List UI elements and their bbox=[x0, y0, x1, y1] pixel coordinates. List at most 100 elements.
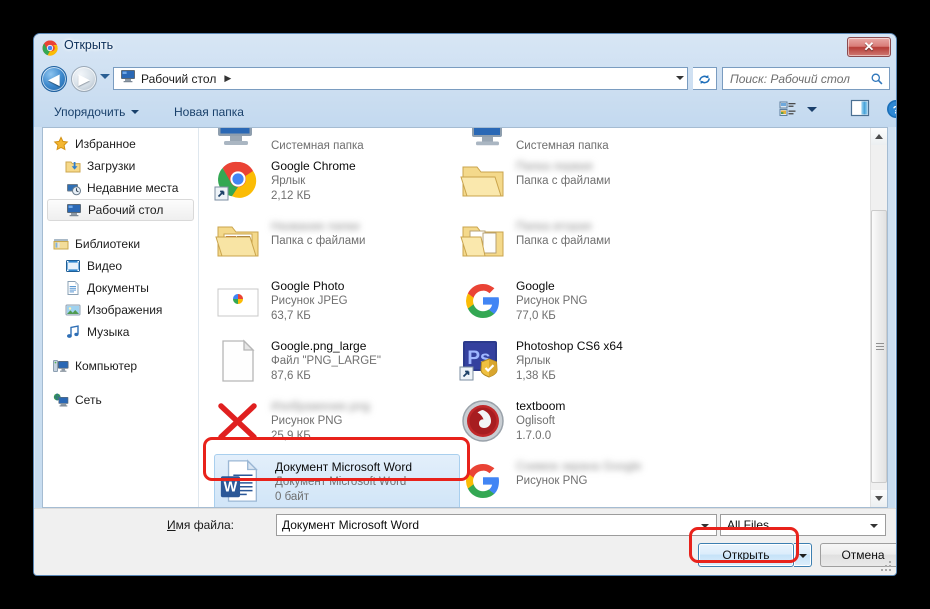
folder-pictures-icon bbox=[214, 217, 262, 265]
organize-label: Упорядочить bbox=[54, 105, 126, 119]
file-size: 63,7 КБ bbox=[271, 310, 311, 322]
file-meta: Название папки Папка с файлами bbox=[271, 217, 365, 274]
file-type-filter[interactable]: All Files bbox=[720, 514, 886, 536]
filename-value: Документ Microsoft Word bbox=[282, 518, 420, 532]
breadcrumb-separator-icon[interactable]: ▶ bbox=[224, 73, 231, 84]
file-meta: Photoshop CS6 x64 Ярлык 1,38 КБ bbox=[516, 337, 623, 394]
close-button[interactable]: ✕ bbox=[847, 37, 891, 57]
file-list-item[interactable]: textboom Oglisoft 1.7.0.0 bbox=[459, 394, 705, 454]
help-icon: ? bbox=[887, 100, 896, 118]
file-list-item[interactable]: Google.png_large Файл "PNG_LARGE" 87,6 К… bbox=[214, 334, 460, 394]
file-type: Системная папка bbox=[271, 140, 364, 152]
title-bar: Открыть ✕ bbox=[34, 34, 896, 62]
file-type: Рисунок PNG bbox=[516, 295, 588, 307]
sidebar-item-network[interactable]: Сеть bbox=[43, 389, 198, 411]
sidebar-label: Загрузки bbox=[87, 159, 136, 173]
view-mode-button[interactable] bbox=[779, 100, 797, 123]
file-list-item[interactable]: Системная папка bbox=[214, 128, 460, 154]
music-icon bbox=[65, 324, 81, 340]
close-icon: ✕ bbox=[863, 39, 875, 54]
back-button[interactable]: ◀ bbox=[41, 66, 67, 92]
sidebar-item-recent-places[interactable]: Недавние места bbox=[43, 177, 198, 199]
preview-pane-button[interactable] bbox=[850, 99, 870, 122]
file-list-item[interactable]: Google Photo Рисунок JPEG 63,7 КБ bbox=[214, 274, 460, 334]
file-list-item[interactable]: Название папки Папка с файлами bbox=[214, 214, 460, 274]
filename-label-rest: мя файла: bbox=[175, 518, 234, 532]
file-type: Файл "PNG_LARGE" bbox=[271, 355, 381, 367]
sidebar-item-video[interactable]: Видео bbox=[43, 255, 198, 277]
scroll-up-arrow-icon[interactable] bbox=[871, 128, 887, 145]
file-name: Google bbox=[516, 279, 555, 293]
file-list-item[interactable]: Папка вторая Папка с файлами bbox=[459, 214, 705, 274]
file-list-item[interactable]: Google Chrome Ярлык 2,12 КБ bbox=[214, 154, 460, 214]
open-button-label: Открыть bbox=[722, 548, 770, 562]
file-type: Ярлык bbox=[271, 175, 306, 187]
sidebar-label: Музыка bbox=[87, 325, 130, 339]
resize-grip-icon[interactable] bbox=[881, 561, 893, 573]
file-meta: Снимок экрана Google Рисунок PNG bbox=[516, 457, 642, 507]
new-folder-button[interactable]: Новая папка bbox=[166, 101, 252, 123]
star-icon bbox=[53, 136, 69, 152]
back-arrow-icon: ◀ bbox=[48, 71, 60, 87]
scroll-grip-icon bbox=[876, 342, 884, 352]
forward-button[interactable]: ▶ bbox=[71, 66, 97, 92]
help-button[interactable]: ? bbox=[886, 99, 896, 124]
sidebar-item-documents[interactable]: Документы bbox=[43, 277, 198, 299]
sidebar-label: Сеть bbox=[75, 393, 102, 407]
address-bar[interactable]: Рабочий стол ▶ bbox=[113, 67, 688, 90]
scrollbar-thumb[interactable] bbox=[871, 210, 887, 483]
sidebar-group-libraries[interactable]: Библиотеки bbox=[43, 233, 198, 255]
navigation-pane: Избранное Загрузки Недавние места Рабочи… bbox=[43, 128, 199, 507]
open-button[interactable]: Открыть bbox=[698, 543, 794, 567]
sidebar-item-downloads[interactable]: Загрузки bbox=[43, 155, 198, 177]
chevron-down-icon[interactable] bbox=[870, 524, 878, 528]
google-g-icon bbox=[459, 457, 507, 505]
file-name: Google Chrome bbox=[271, 159, 356, 173]
sidebar-item-pictures[interactable]: Изображения bbox=[43, 299, 198, 321]
view-mode-caret[interactable] bbox=[807, 107, 817, 112]
computer-icon bbox=[53, 358, 69, 374]
file-list-column-right: Системная папка Папка первая Папка с фай… bbox=[459, 128, 705, 507]
file-meta: Документ Microsoft Word Документ Microso… bbox=[275, 458, 412, 507]
address-dropdown-icon[interactable] bbox=[676, 76, 684, 80]
file-list-item[interactable]: Google Рисунок PNG 77,0 КБ bbox=[459, 274, 705, 334]
libraries-icon bbox=[53, 236, 69, 252]
file-list-column-left: Системная папка Google Chrome Ярлык 2,12… bbox=[214, 128, 460, 507]
file-list-item[interactable]: Снимок экрана Google Рисунок PNG bbox=[459, 454, 705, 507]
folder-docs-icon bbox=[459, 217, 507, 265]
sidebar-item-desktop[interactable]: Рабочий стол bbox=[47, 199, 194, 221]
scroll-down-arrow-icon[interactable] bbox=[871, 490, 887, 507]
file-list[interactable]: Системная папка Google Chrome Ярлык 2,12… bbox=[200, 128, 870, 507]
open-split-dropdown[interactable] bbox=[794, 543, 812, 567]
network-computer-icon bbox=[459, 128, 507, 154]
file-list-item[interactable]: Изображение.png Рисунок PNG 25,9 КБ bbox=[214, 394, 460, 454]
sidebar-item-music[interactable]: Музыка bbox=[43, 321, 198, 343]
file-meta: Google Photo Рисунок JPEG 63,7 КБ bbox=[271, 277, 348, 334]
dialog-footer: Имя файла: Документ Microsoft Word All F… bbox=[34, 508, 896, 575]
file-name: Google.png_large bbox=[271, 339, 367, 353]
refresh-button[interactable] bbox=[693, 67, 717, 90]
file-meta: Системная папка bbox=[516, 137, 609, 154]
folder-open-icon bbox=[459, 157, 507, 205]
chevron-down-icon[interactable] bbox=[701, 524, 709, 528]
organize-button[interactable]: Упорядочить bbox=[46, 101, 147, 123]
sidebar-group-favorites[interactable]: Избранное bbox=[43, 133, 198, 155]
sidebar-item-computer[interactable]: Компьютер bbox=[43, 355, 198, 377]
search-input[interactable]: Поиск: Рабочий стол bbox=[730, 72, 850, 86]
sidebar-label: Компьютер bbox=[75, 359, 138, 373]
file-list-item[interactable]: Папка первая Папка с файлами bbox=[459, 154, 705, 214]
breadcrumb[interactable]: Рабочий стол bbox=[116, 69, 220, 88]
refresh-icon bbox=[699, 74, 710, 85]
history-dropdown-icon[interactable] bbox=[100, 74, 110, 79]
vertical-scrollbar[interactable] bbox=[870, 128, 887, 507]
window-title: Открыть bbox=[64, 38, 114, 52]
file-list-item[interactable]: Ps Photoshop CS6 x64 Ярлык 1,38 КБ bbox=[459, 334, 705, 394]
file-type: Рисунок PNG bbox=[271, 415, 343, 427]
file-type: Рисунок PNG bbox=[516, 475, 588, 487]
chevron-down-icon bbox=[807, 107, 817, 112]
search-box[interactable]: Поиск: Рабочий стол bbox=[722, 67, 890, 90]
filename-input[interactable]: Документ Microsoft Word bbox=[276, 514, 717, 536]
file-list-item-selected[interactable]: W Документ Microsoft Word Документ Micro… bbox=[214, 454, 460, 507]
file-list-item[interactable]: Системная папка bbox=[459, 128, 705, 154]
